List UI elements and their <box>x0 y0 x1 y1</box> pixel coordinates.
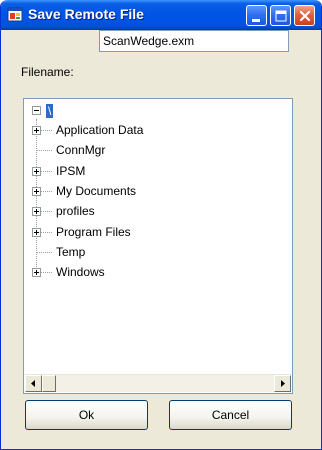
tree-node[interactable]: Program Files <box>24 223 284 243</box>
expand-icon[interactable] <box>32 126 41 135</box>
filename-label: Filename: <box>21 65 74 79</box>
tree-node-label: Windows <box>56 265 105 280</box>
tree-node[interactable]: IPSM <box>24 162 284 182</box>
tree-root-label[interactable]: \ <box>46 104 54 118</box>
close-button[interactable] <box>294 5 315 26</box>
tree-node-label: ConnMgr <box>56 143 106 158</box>
title-bar[interactable]: Save Remote File <box>1 0 321 30</box>
tree-node-label: IPSM <box>56 163 86 178</box>
expand-icon[interactable] <box>32 166 41 176</box>
ok-button[interactable]: Ok <box>25 400 148 430</box>
arrow-left-icon <box>31 380 35 387</box>
expand-icon[interactable] <box>32 227 41 237</box>
cancel-button[interactable]: Cancel <box>169 400 292 430</box>
horizontal-scrollbar[interactable] <box>25 374 291 392</box>
expand-icon[interactable] <box>32 186 41 196</box>
scroll-left-button[interactable] <box>25 375 42 392</box>
tree-branch-line <box>36 251 52 253</box>
tree-branch-line <box>36 150 52 152</box>
tree-node-label: Temp <box>56 244 86 259</box>
arrow-right-icon <box>281 380 285 387</box>
tree-node-label: My Documents <box>56 183 137 198</box>
tree-node[interactable]: ConnMgr <box>24 141 284 161</box>
tree-node[interactable]: Application Data <box>24 121 284 141</box>
maximize-icon <box>275 10 287 22</box>
folder-tree[interactable]: \ Application Data ConnMgr IPSM My Document… <box>23 98 293 394</box>
tree-node[interactable]: Temp <box>24 243 284 263</box>
collapse-root-icon[interactable] <box>32 106 41 115</box>
tree-node-label: Program Files <box>56 224 131 239</box>
tree-node[interactable]: My Documents <box>24 182 284 202</box>
tree-node[interactable]: profiles <box>24 202 284 222</box>
tree-node-label: Application Data <box>56 123 144 137</box>
expand-icon[interactable] <box>32 207 41 217</box>
save-remote-file-dialog: Save Remote File Filename: \ Application… <box>0 0 322 450</box>
app-window-icon <box>7 7 23 22</box>
tree-node-label: profiles <box>56 204 95 219</box>
tree-node[interactable]: Windows <box>24 263 284 283</box>
expand-icon[interactable] <box>32 268 41 278</box>
filename-input[interactable] <box>99 30 289 52</box>
minimize-button[interactable] <box>246 5 267 26</box>
scroll-thumb[interactable] <box>42 375 56 392</box>
scroll-right-button[interactable] <box>274 375 291 392</box>
minimize-icon <box>252 19 260 22</box>
close-icon <box>299 10 311 22</box>
window-title: Save Remote File <box>28 6 144 22</box>
maximize-button[interactable] <box>270 5 291 26</box>
